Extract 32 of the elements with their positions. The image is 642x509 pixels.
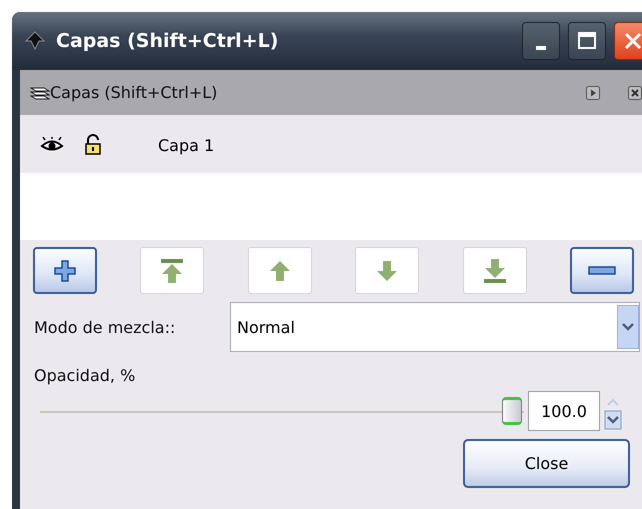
opacity-label: Opacidad, % [33,365,136,385]
app-logo-icon [24,30,46,52]
close-icon [623,31,642,51]
eye-icon[interactable] [40,137,64,153]
minimize-button[interactable] [522,22,560,60]
close-dialog-button[interactable]: Close [463,439,630,488]
layers-icon [30,84,50,100]
window-title: Capas (Shift+Ctrl+L) [56,30,278,52]
opacity-slider[interactable] [40,394,524,428]
blend-mode-label: Modo de mezcla:: [34,318,176,336]
maximize-button[interactable] [568,22,606,60]
minus-icon [588,264,616,276]
blend-mode-dropdown[interactable]: Normal [230,302,640,352]
raise-to-top-button[interactable] [140,247,204,294]
lock-icon[interactable] [84,134,102,156]
maximize-icon [577,31,597,51]
play-icon[interactable] [586,86,600,100]
arrow-up-to-bar-icon [159,258,186,284]
close-icon[interactable] [628,86,642,100]
remove-layer-button[interactable] [570,247,634,294]
arrow-up-icon [268,258,291,282]
close-button[interactable] [614,22,642,60]
arrow-down-to-bar-icon [482,258,508,284]
add-layer-button[interactable] [33,247,97,294]
plus-icon [53,258,77,282]
lower-to-bottom-button[interactable] [462,247,527,294]
slider-thumb[interactable] [502,397,522,425]
panel-title: Capas (Shift+Ctrl+L) [50,83,218,102]
layer-name[interactable]: Capa 1 [158,136,214,154]
arrow-down-icon [376,258,398,282]
opacity-field[interactable]: 100.0 [528,391,600,431]
minimize-icon [536,46,546,50]
